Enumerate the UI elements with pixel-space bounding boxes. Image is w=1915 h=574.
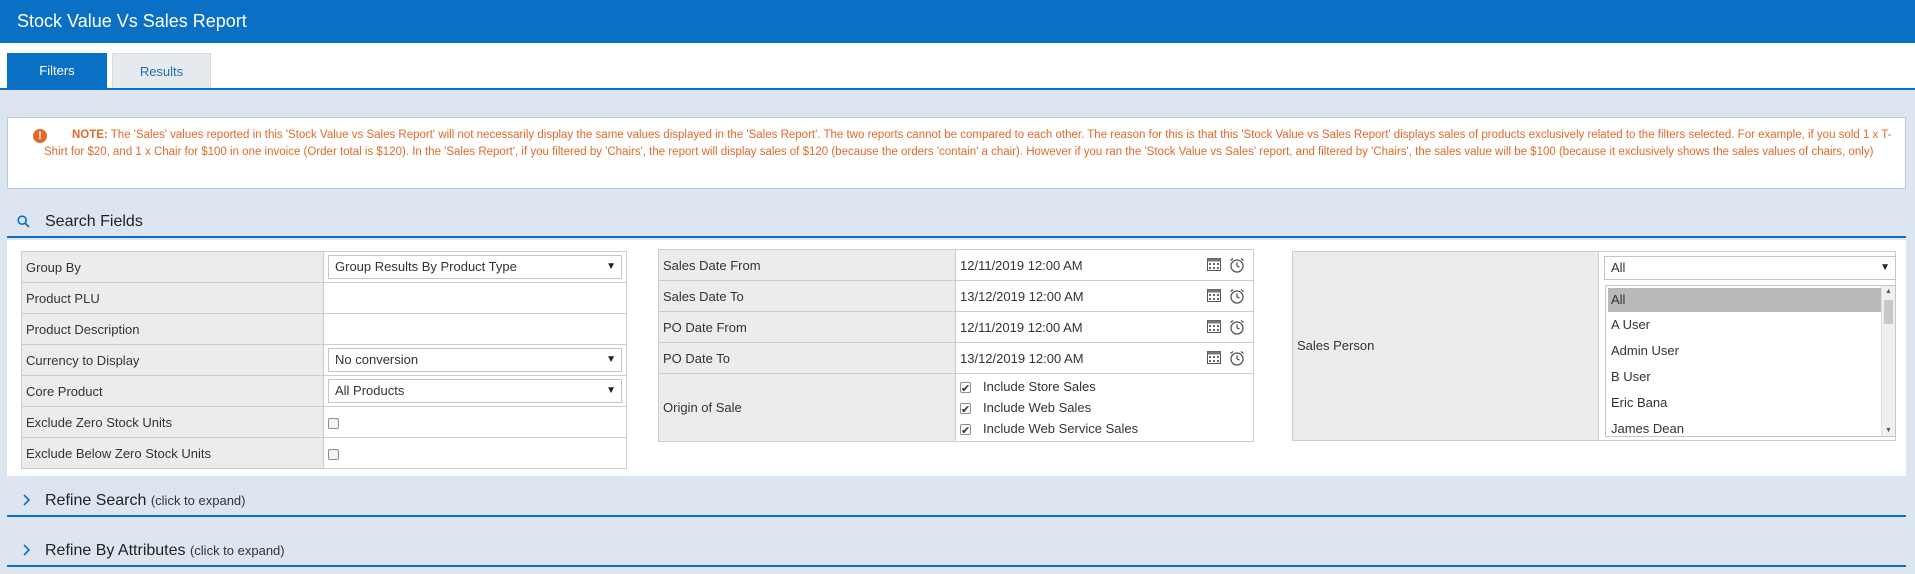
calendar-icon[interactable] (1207, 289, 1221, 302)
list-item[interactable]: James Dean (1606, 416, 1895, 436)
sales-date-from-row: Sales Date From 12/11/2019 12:00 AM (658, 249, 1254, 281)
sales-person-listbox[interactable]: All A User Admin User B User Eric Bana J… (1605, 285, 1896, 437)
sales-date-from-input[interactable]: 12/11/2019 12:00 AM (960, 258, 1083, 273)
po-date-to-row: PO Date To 13/12/2019 12:00 AM (658, 342, 1254, 374)
origin-row: Origin of Sale Include Store Sales Inclu… (658, 373, 1254, 442)
scroll-up-icon[interactable]: ▲ (1885, 288, 1892, 295)
currency-row: Currency to Display No conversion ▼ (21, 344, 627, 376)
list-item[interactable]: A User (1606, 312, 1895, 338)
store-sales-checkbox[interactable] (960, 379, 971, 400)
refine-attributes-hint: (click to expand) (189, 543, 285, 558)
core-product-row: Core Product All Products ▼ (21, 375, 627, 407)
dropdown-arrow-icon: ▼ (606, 385, 616, 396)
search-icon (17, 215, 30, 228)
note-body: The 'Sales' values reported in this 'Sto… (44, 129, 1892, 158)
sales-person-label: Sales Person (1293, 252, 1599, 440)
group-by-row: Group By Group Results By Product Type ▼ (21, 251, 627, 283)
tab-results[interactable]: Results (112, 53, 211, 88)
note-label: NOTE: (72, 129, 108, 141)
note-text: NOTE: The 'Sales' values reported in thi… (34, 127, 1893, 160)
group-by-select[interactable]: Group Results By Product Type ▼ (328, 255, 622, 279)
tab-strip: Filters Results (0, 43, 1915, 90)
scroll-down-icon[interactable]: ▼ (1885, 427, 1892, 434)
clock-icon[interactable] (1229, 288, 1245, 304)
store-sales-label: Include Store Sales (983, 379, 1096, 394)
po-date-from-row: PO Date From 12/11/2019 12:00 AM (658, 311, 1254, 343)
exclude-zero-checkbox[interactable] (328, 417, 339, 429)
refine-search-hint: (click to expand) (150, 493, 246, 508)
clock-icon[interactable] (1229, 319, 1245, 335)
sales-date-to-row: Sales Date To 13/12/2019 12:00 AM (658, 280, 1254, 312)
clock-icon[interactable] (1229, 257, 1245, 273)
origin-options: Include Store Sales Include Web Sales In… (960, 374, 1249, 442)
origin-option[interactable]: Include Web Service Sales (960, 418, 1249, 442)
exclude-below-zero-row: Exclude Below Zero Stock Units (21, 437, 627, 469)
origin-label: Origin of Sale (658, 373, 956, 442)
calendar-icon[interactable] (1207, 258, 1221, 271)
origin-option[interactable]: Include Store Sales (960, 376, 1249, 400)
page-title: Stock Value Vs Sales Report (0, 0, 1915, 43)
dropdown-arrow-icon: ▼ (606, 261, 616, 272)
tab-filters[interactable]: Filters (7, 53, 107, 88)
refine-search-header[interactable]: Refine Search (click to expand) (7, 486, 1906, 517)
exclude-below-zero-checkbox[interactable] (328, 448, 339, 460)
search-fields-header: Search Fields (7, 207, 1906, 238)
core-product-value: All Products (335, 383, 405, 398)
web-sales-checkbox[interactable] (960, 400, 971, 421)
listbox-scrollbar[interactable]: ▲ ▼ (1881, 286, 1895, 436)
origin-option[interactable]: Include Web Sales (960, 397, 1249, 421)
left-filter-table: Group By Group Results By Product Type ▼ … (21, 251, 627, 469)
search-fields-title: Search Fields (45, 213, 143, 230)
sales-date-from-label: Sales Date From (658, 249, 956, 281)
date-filter-table: Sales Date From 12/11/2019 12:00 AM Sale… (658, 249, 1254, 442)
exclamation-icon: ! (33, 129, 47, 143)
core-product-label: Core Product (21, 375, 324, 407)
scrollbar-thumb[interactable] (1884, 300, 1893, 324)
report-note: ! NOTE: The 'Sales' values reported in t… (7, 117, 1906, 189)
refine-attributes-title: Refine By Attributes (45, 542, 186, 559)
product-description-input[interactable] (323, 313, 627, 345)
web-service-sales-checkbox[interactable] (960, 421, 971, 442)
list-item[interactable]: Admin User (1606, 338, 1895, 364)
calendar-icon[interactable] (1207, 351, 1221, 364)
exclude-zero-row: Exclude Zero Stock Units (21, 406, 627, 438)
product-plu-row: Product PLU (21, 282, 627, 314)
chevron-right-icon (23, 544, 31, 556)
po-date-to-input[interactable]: 13/12/2019 12:00 AM (960, 351, 1084, 366)
dropdown-arrow-icon: ▼ (1880, 262, 1890, 273)
sales-person-field: Sales Person All ▼ All A User Admin User … (1292, 251, 1896, 441)
product-plu-label: Product PLU (21, 282, 324, 314)
list-item[interactable]: B User (1606, 364, 1895, 390)
po-date-from-label: PO Date From (658, 311, 956, 343)
currency-value: No conversion (335, 352, 419, 367)
po-date-to-label: PO Date To (658, 342, 956, 374)
calendar-icon[interactable] (1207, 320, 1221, 333)
core-product-select[interactable]: All Products ▼ (328, 379, 622, 403)
sales-date-to-input[interactable]: 13/12/2019 12:00 AM (960, 289, 1084, 304)
list-item[interactable]: Eric Bana (1606, 390, 1895, 416)
refine-attributes-header[interactable]: Refine By Attributes (click to expand) (7, 536, 1906, 567)
dropdown-arrow-icon: ▼ (606, 354, 616, 365)
sales-person-value: All (1611, 260, 1626, 275)
group-by-label: Group By (21, 251, 324, 283)
currency-select[interactable]: No conversion ▼ (328, 348, 622, 372)
web-service-sales-label: Include Web Service Sales (983, 421, 1139, 436)
exclude-below-zero-label: Exclude Below Zero Stock Units (21, 437, 324, 469)
list-item[interactable]: All (1608, 288, 1881, 312)
exclude-zero-label: Exclude Zero Stock Units (21, 406, 324, 438)
search-fields-panel: Group By Group Results By Product Type ▼ … (7, 240, 1906, 476)
chevron-right-icon (23, 494, 31, 506)
sales-person-select[interactable]: All ▼ (1604, 256, 1896, 280)
clock-icon[interactable] (1229, 350, 1245, 366)
sales-date-to-label: Sales Date To (658, 280, 956, 312)
product-plu-input[interactable] (323, 282, 627, 314)
refine-search-title: Refine Search (45, 492, 147, 509)
web-sales-label: Include Web Sales (983, 400, 1092, 415)
product-description-row: Product Description (21, 313, 627, 345)
po-date-from-input[interactable]: 12/11/2019 12:00 AM (960, 320, 1083, 335)
currency-label: Currency to Display (21, 344, 324, 376)
product-description-label: Product Description (21, 313, 324, 345)
group-by-value: Group Results By Product Type (335, 259, 517, 274)
